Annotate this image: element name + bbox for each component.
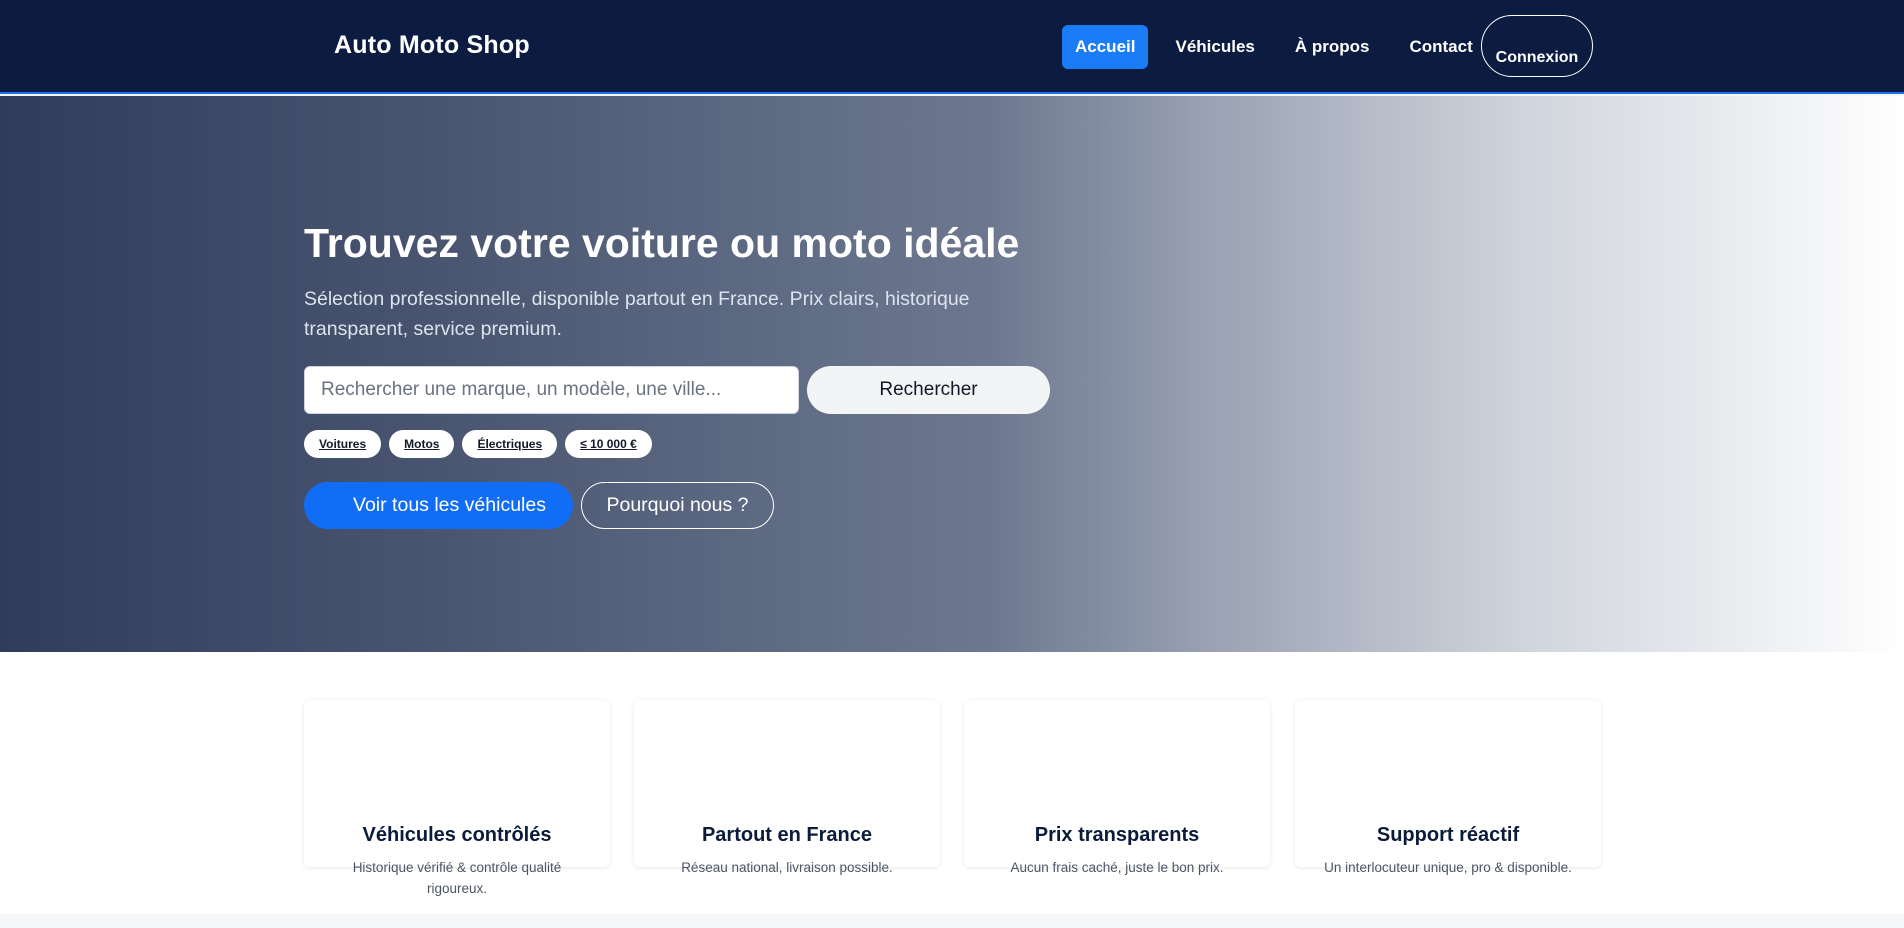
quick-filter-chips: Voitures Motos Électriques ≤ 10 000 € <box>304 430 660 458</box>
feature-card-controlled: Véhicules contrôlés Historique vérifié &… <box>304 700 610 896</box>
feature-description: Aucun frais caché, juste le bon prix. <box>1010 860 1224 875</box>
chip-max-price[interactable]: ≤ 10 000 € <box>565 430 652 458</box>
view-all-vehicles-button[interactable]: Voir tous les véhicules <box>304 482 573 529</box>
search-input[interactable] <box>304 366 799 414</box>
navbar: Auto Moto Shop Accueil Véhicules À propo… <box>0 0 1904 94</box>
feature-title: Support réactif <box>1376 824 1520 846</box>
main-nav: Accueil Véhicules À propos Contact <box>1062 24 1500 70</box>
feature-card-france: Partout en France Réseau national, livra… <box>634 700 940 875</box>
chip-motos[interactable]: Motos <box>389 430 455 458</box>
feature-title: Prix transparents <box>1034 824 1200 846</box>
brand-logo[interactable]: Auto Moto Shop <box>334 31 530 60</box>
features-section: Véhicules contrôlés Historique vérifié &… <box>0 652 1904 914</box>
search-button[interactable]: Rechercher <box>807 366 1050 414</box>
feature-title: Véhicules contrôlés <box>362 824 552 846</box>
nav-link-accueil[interactable]: Accueil <box>1062 25 1149 69</box>
why-us-button[interactable]: Pourquoi nous ? <box>581 482 774 529</box>
nav-link-a-propos[interactable]: À propos <box>1282 25 1383 69</box>
hero-subtitle: Sélection professionnelle, disponible pa… <box>304 288 970 340</box>
chip-voitures[interactable]: Voitures <box>304 430 382 458</box>
feature-description: Un interlocuteur unique, pro & disponibl… <box>1324 860 1572 875</box>
feature-description: Réseau national, livraison possible. <box>681 860 893 875</box>
feature-title: Partout en France <box>701 824 873 846</box>
nav-link-contact[interactable]: Contact <box>1396 25 1485 69</box>
chip-electriques[interactable]: Électriques <box>462 430 558 458</box>
footer-strip <box>0 914 1904 928</box>
nav-link-vehicules[interactable]: Véhicules <box>1162 25 1267 69</box>
hero-section: Trouvez votre voiture ou moto idéale Sél… <box>0 96 1904 652</box>
login-button[interactable]: Connexion <box>1481 15 1593 77</box>
feature-card-support: Support réactif Un interlocuteur unique,… <box>1295 700 1601 875</box>
feature-card-pricing: Prix transparents Aucun frais caché, jus… <box>964 700 1270 875</box>
hero-title: Trouvez votre voiture ou moto idéale <box>304 220 1020 266</box>
feature-description: Historique vérifié & contrôle qualité ri… <box>352 860 562 896</box>
